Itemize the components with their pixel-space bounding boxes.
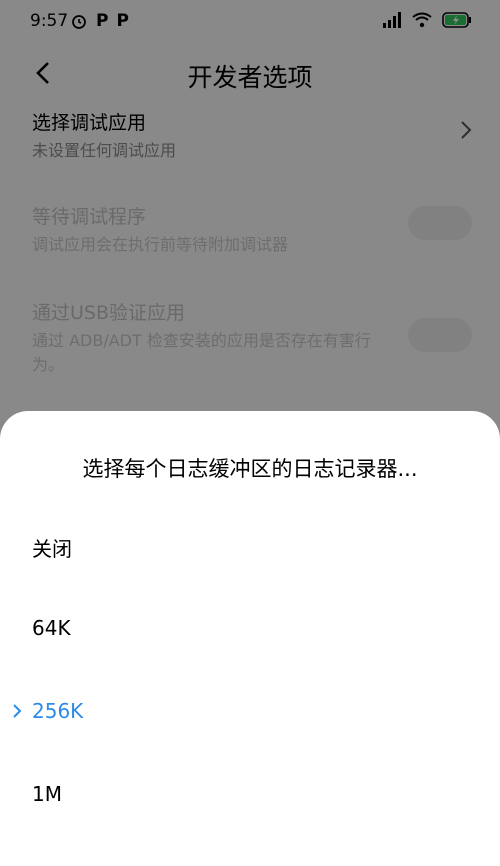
option-256k[interactable]: 256K bbox=[0, 681, 500, 741]
option-label: 1M bbox=[32, 782, 62, 806]
option-1m[interactable]: 1M bbox=[0, 764, 500, 824]
option-label: 关闭 bbox=[32, 537, 72, 561]
dialog-title: 选择每个日志缓冲区的日志记录器... bbox=[82, 457, 418, 481]
selected-chevron-icon bbox=[13, 704, 22, 718]
option-label: 256K bbox=[32, 699, 84, 723]
option-off[interactable]: 关闭 bbox=[0, 515, 500, 575]
option-64k[interactable]: 64K bbox=[0, 598, 500, 658]
log-buffer-size-dialog: 选择每个日志缓冲区的日志记录器... 关闭 64K 256K 1M bbox=[0, 411, 500, 866]
option-label: 64K bbox=[32, 616, 71, 640]
